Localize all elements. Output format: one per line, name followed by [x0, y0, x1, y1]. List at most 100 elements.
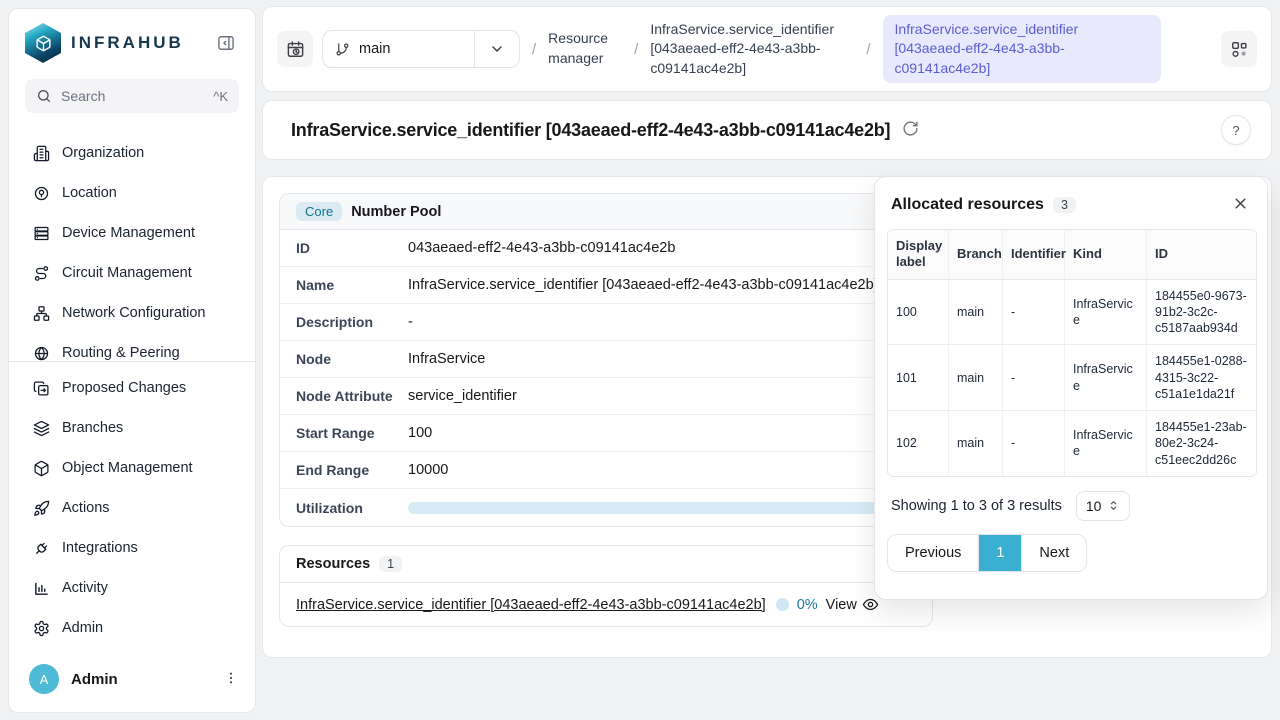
kebab-menu-icon [223, 670, 239, 686]
table-row[interactable]: 100 main - InfraService 184455e0-9673-91… [888, 280, 1256, 346]
view-resource-button[interactable]: View [826, 596, 879, 613]
search-icon [36, 88, 52, 104]
field-value: 10000 [408, 462, 448, 478]
graph-nodes-icon [1230, 40, 1249, 59]
chevron-down-icon [489, 41, 505, 57]
user-name: Admin [71, 671, 211, 688]
sidebar-item-label: Integrations [62, 540, 138, 556]
resource-link[interactable]: InfraService.service_identifier [043aeae… [296, 597, 766, 613]
view-label: View [826, 597, 857, 613]
close-panel-button[interactable] [1230, 193, 1251, 217]
breadcrumb-resource-manager[interactable]: Resource manager [548, 29, 622, 68]
location-icon [33, 185, 50, 202]
cell-branch: main [948, 345, 1002, 411]
sidebar-item-branches[interactable]: Branches [9, 408, 255, 448]
sidebar-item-admin[interactable]: Admin [9, 608, 255, 648]
cube-icon [33, 460, 50, 477]
panel-title: Allocated resources [891, 196, 1044, 214]
column-header: ID [1146, 230, 1256, 280]
previous-page-button[interactable]: Previous [888, 535, 979, 571]
sidebar-item-device-management[interactable]: Device Management [9, 213, 255, 253]
table-row[interactable]: 102 main - InfraService 184455e1-23ab-80… [888, 411, 1256, 476]
page-size-select[interactable]: 10 [1076, 491, 1131, 521]
cell-display-label: 101 [888, 345, 948, 411]
sidebar-item-network-configuration[interactable]: Network Configuration [9, 293, 255, 333]
field-value: 043aeaed-eff2-4e43-a3bb-c09141ac4e2b [408, 240, 675, 256]
sidebar-item-label: Branches [62, 420, 123, 436]
cell-display-label: 102 [888, 411, 948, 476]
git-branch-icon [335, 42, 350, 57]
utilization-dot-icon [776, 598, 789, 611]
sidebar-item-label: Object Management [62, 460, 193, 476]
results-summary: Showing 1 to 3 of 3 results [891, 498, 1062, 514]
diff-icon [33, 380, 50, 397]
sidebar-item-location[interactable]: Location [9, 173, 255, 213]
sidebar-item-label: Location [62, 185, 117, 201]
field-label: Description [296, 314, 408, 330]
sidebar: INFRAHUB Search ^K Organization Location… [8, 8, 256, 713]
user-menu-button[interactable] [223, 670, 239, 689]
column-header: Identifier [1002, 230, 1064, 280]
branch-selector[interactable]: main [322, 30, 520, 68]
table-row[interactable]: 101 main - InfraService 184455e1-0288-43… [888, 345, 1256, 411]
sidebar-item-integrations[interactable]: Integrations [9, 528, 255, 568]
sidebar-item-actions[interactable]: Actions [9, 488, 255, 528]
breadcrumb-pool[interactable]: InfraService.service_identifier [043aeae… [650, 20, 854, 79]
topbar: main / Resource manager / InfraService.s… [262, 6, 1272, 92]
sidebar-item-label: Routing & Peering [62, 345, 180, 361]
search-placeholder: Search [61, 88, 105, 104]
next-page-button[interactable]: Next [1021, 535, 1086, 571]
breadcrumb-separator: / [529, 41, 539, 58]
sidebar-item-proposed-changes[interactable]: Proposed Changes [9, 368, 255, 408]
cell-branch: main [948, 280, 1002, 346]
sidebar-item-object-management[interactable]: Object Management [9, 448, 255, 488]
cell-kind: InfraService [1064, 345, 1146, 411]
cell-id: 184455e1-0288-4315-3c22-c51a1e1da21f [1146, 345, 1256, 411]
resources-title: Resources [296, 556, 370, 572]
sidebar-item-routing-peering[interactable]: Routing & Peering [9, 333, 255, 361]
collapse-sidebar-button[interactable] [213, 30, 239, 56]
field-label: End Range [296, 462, 408, 478]
cell-id: 184455e1-23ab-80e2-3c24-c51eec2dd26c [1146, 411, 1256, 476]
schema-visualizer-button[interactable] [1221, 31, 1257, 67]
cell-id: 184455e0-9673-91b2-3c2c-c5187aab934d [1146, 280, 1256, 346]
network-icon [33, 305, 50, 322]
sidebar-item-label: Circuit Management [62, 265, 192, 281]
cell-kind: InfraService [1064, 411, 1146, 476]
cell-identifier: - [1002, 411, 1064, 476]
panel-footer: Showing 1 to 3 of 3 results 10 [887, 477, 1255, 521]
allocated-resources-table: Display label Branch Identifier Kind ID … [887, 229, 1257, 477]
refresh-button[interactable] [902, 120, 919, 140]
chart-icon [33, 580, 50, 597]
sidebar-item-activity[interactable]: Activity [9, 568, 255, 608]
sidebar-item-organization[interactable]: Organization [9, 133, 255, 173]
cell-identifier: - [1002, 345, 1064, 411]
resources-count-badge: 1 [379, 556, 402, 572]
sidebar-item-label: Proposed Changes [62, 380, 186, 396]
field-value: - [408, 314, 413, 330]
resources-card-header: Resources 1 [280, 546, 932, 583]
sidebar-item-label: Admin [62, 620, 103, 636]
sidebar-item-circuit-management[interactable]: Circuit Management [9, 253, 255, 293]
resource-percent: 0% [797, 597, 818, 613]
field-label: ID [296, 240, 408, 256]
field-label: Node Attribute [296, 388, 408, 404]
help-button[interactable]: ? [1221, 115, 1251, 145]
page-1-button[interactable]: 1 [979, 535, 1021, 571]
time-travel-button[interactable] [277, 31, 313, 67]
building-icon [33, 145, 50, 162]
panel-collapse-icon [216, 33, 236, 53]
column-header: Branch [948, 230, 1002, 280]
globe-icon [33, 345, 50, 362]
sidebar-nav-primary: Organization Location Device Management … [9, 129, 255, 361]
branch-name: main [359, 41, 390, 57]
sidebar-nav-secondary: Proposed Changes Branches Object Managem… [9, 361, 255, 648]
field-value: service_identifier [408, 388, 517, 404]
page-size-value: 10 [1086, 498, 1102, 514]
breadcrumb-current[interactable]: InfraService.service_identifier [043aeae… [883, 15, 1161, 84]
gear-icon [33, 620, 50, 637]
search-input[interactable]: Search ^K [25, 79, 239, 113]
server-icon [33, 225, 50, 242]
cell-kind: InfraService [1064, 280, 1146, 346]
field-value: 100 [408, 425, 432, 441]
